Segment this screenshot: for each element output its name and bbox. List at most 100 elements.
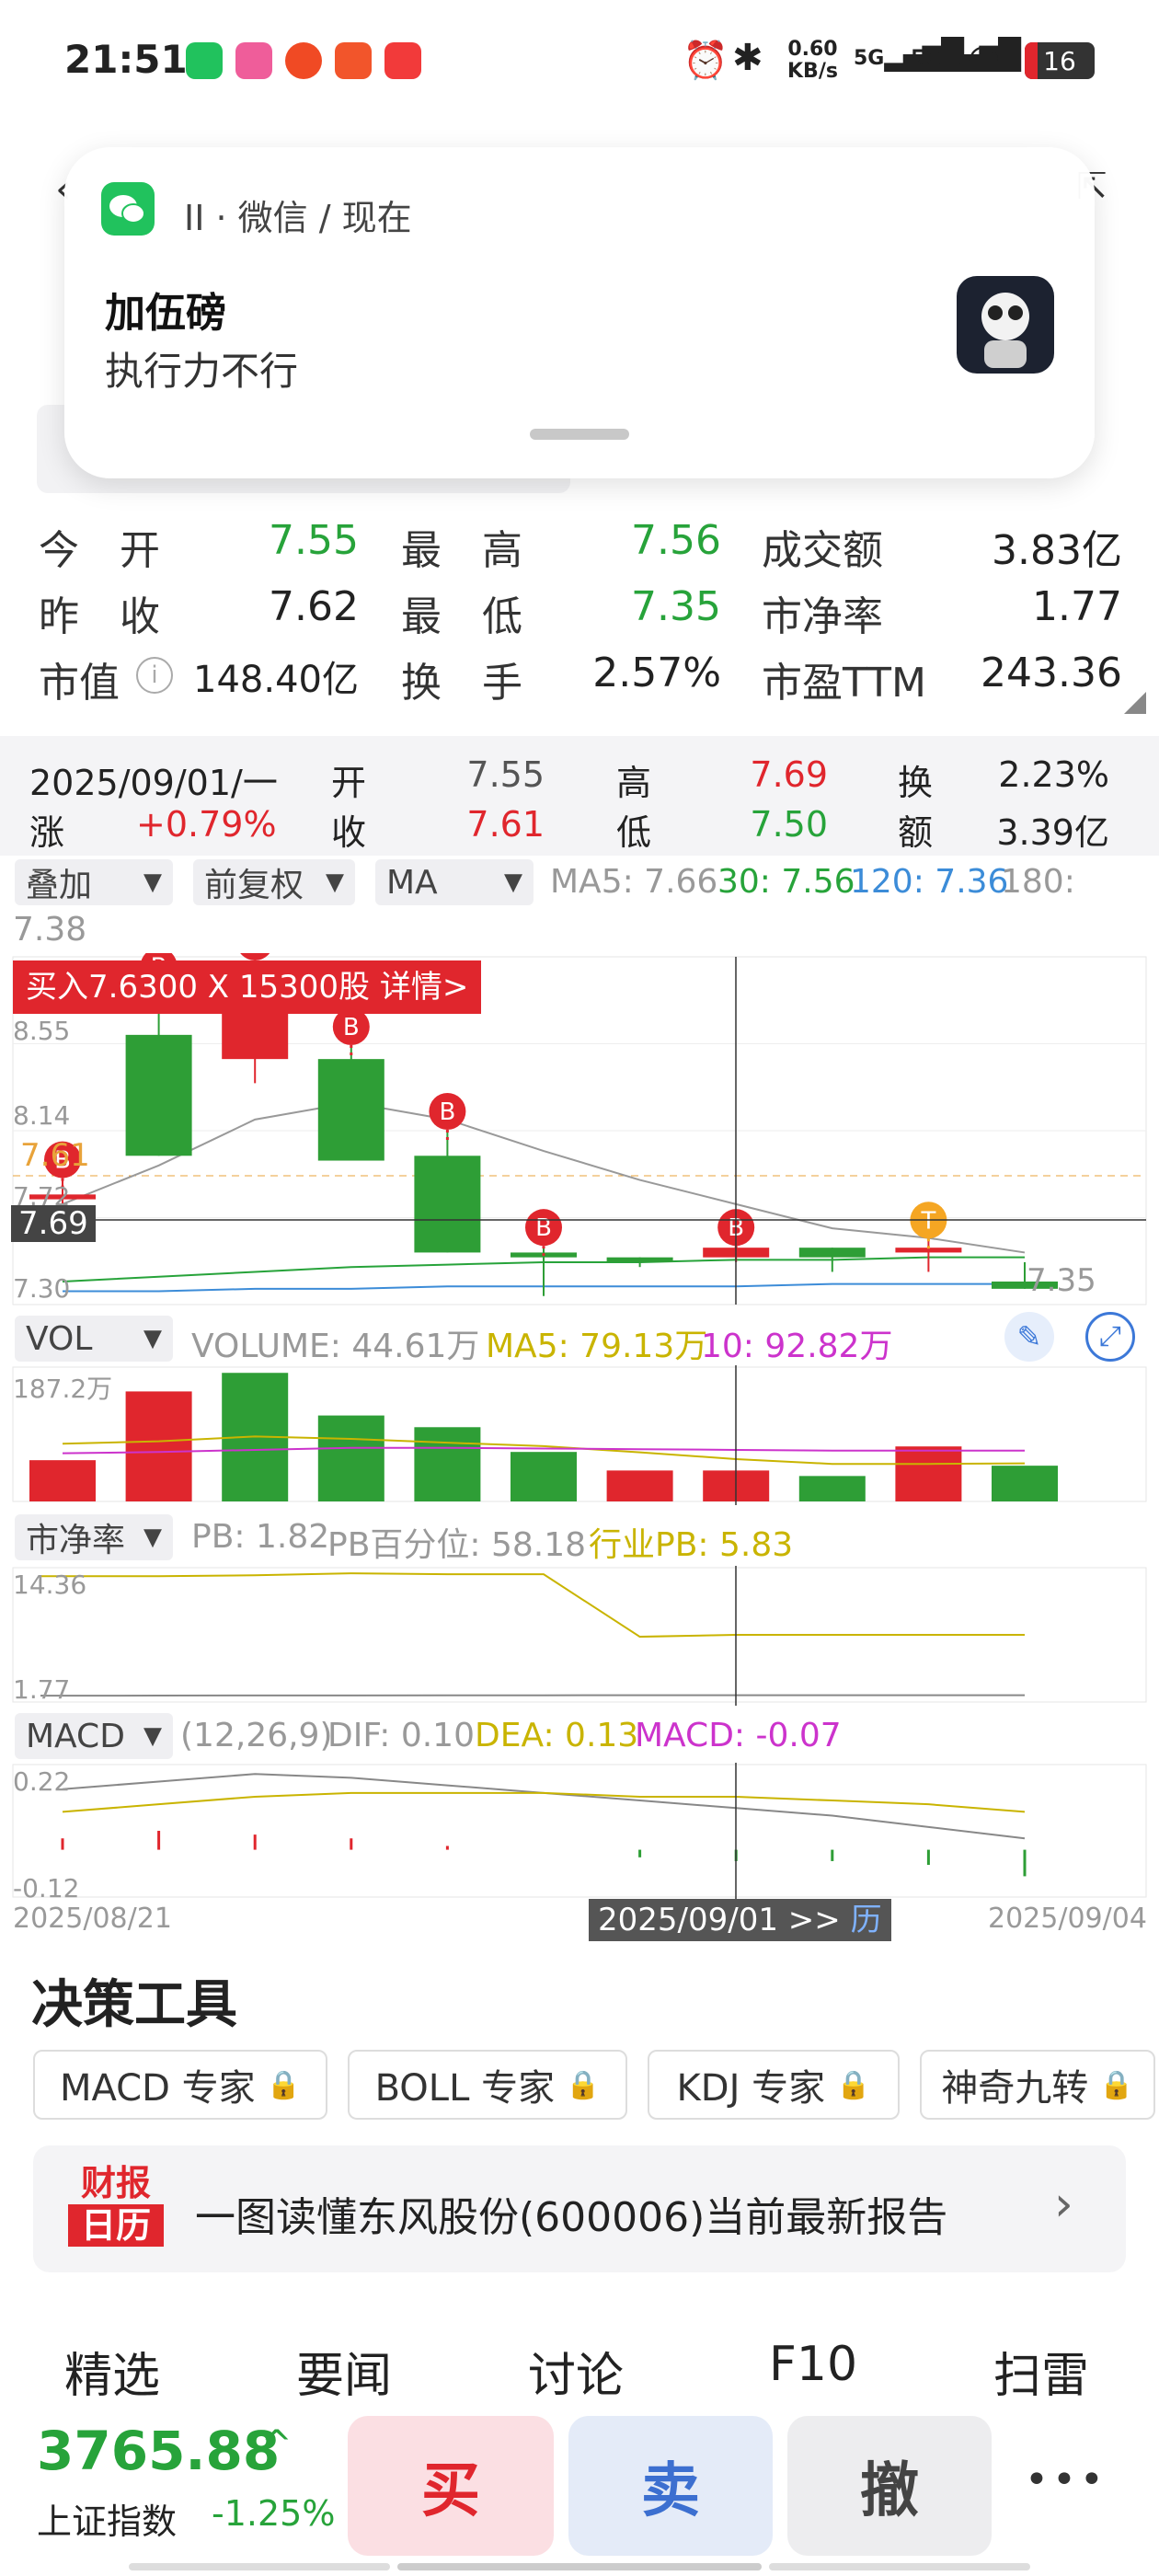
- stat-label: 市值: [39, 660, 120, 707]
- candle-body: [317, 1059, 384, 1161]
- stat-low: 7.35: [631, 583, 721, 630]
- kdj-expert-button[interactable]: KDJ 专家 🔒: [648, 2050, 900, 2120]
- cancel-order-button[interactable]: 撤: [787, 2416, 992, 2556]
- label-turn: 换: [898, 763, 934, 803]
- label-open: 开: [331, 763, 367, 803]
- candle-body: [606, 1257, 673, 1262]
- macd-dif-label: DIF: 0.10: [327, 1717, 475, 1754]
- ma-dropdown[interactable]: MA ▼: [375, 859, 534, 905]
- wifi-icon: ◠: [968, 37, 1000, 79]
- trade-mark-label: B: [439, 1098, 455, 1126]
- tab-bar: 精选 要闻 讨论 F10 扫雷: [0, 2318, 1159, 2420]
- ma180-label: 180:: [1001, 863, 1075, 901]
- tab-news[interactable]: 要闻: [296, 2337, 392, 2406]
- vol-ma10-label: 10: 92.82万: [701, 1328, 893, 1365]
- stat-label: 昨 收: [39, 593, 160, 640]
- macd-expert-button[interactable]: MACD 专家 🔒: [33, 2050, 327, 2120]
- stat-label: 换 手: [401, 660, 522, 707]
- chevron-down-icon: ▼: [504, 868, 522, 896]
- volume-label: VOLUME: 44.61万: [191, 1328, 480, 1365]
- report-banner[interactable]: 财报 日历 一图读懂东风股份(600006)当前最新报告 ›: [33, 2145, 1126, 2272]
- notification-title: 加伍磅: [105, 290, 226, 337]
- lock-icon: 🔒: [1099, 2068, 1134, 2101]
- chevron-up-icon: ^: [261, 2423, 293, 2466]
- overlay-dropdown[interactable]: 叠加 ▼: [15, 859, 173, 905]
- volume-bar: [798, 1476, 866, 1501]
- lock-icon: 🔒: [566, 2068, 601, 2101]
- notification-handle[interactable]: [530, 429, 629, 440]
- expand-corner-icon[interactable]: [1124, 692, 1146, 714]
- candle-body: [798, 1248, 866, 1258]
- trade-mark-label: B: [247, 953, 263, 957]
- pb-dropdown[interactable]: 市净率 ▼: [15, 1514, 173, 1560]
- day-turnover: 2.23%: [998, 754, 1109, 795]
- volume-bar: [317, 1415, 384, 1501]
- magic-nine-button[interactable]: 神奇九转 🔒: [920, 2050, 1155, 2120]
- boll-expert-button[interactable]: BOLL 专家 🔒: [348, 2050, 627, 2120]
- index-name[interactable]: 上证指数: [37, 2493, 177, 2544]
- pb-percentile-label: PB百分位: 58.18: [327, 1526, 587, 1564]
- volume-max-label: 187.2万: [13, 1374, 113, 1404]
- lock-icon: 🔒: [836, 2068, 871, 2101]
- wechat-notification[interactable]: II · 微信 / 现在 加伍磅 执行力不行: [64, 147, 1095, 478]
- dif-line: [62, 1773, 1026, 1840]
- tab-featured[interactable]: 精选: [64, 2337, 160, 2406]
- pb-line: [40, 1572, 1025, 1639]
- sell-button[interactable]: 卖: [568, 2416, 773, 2556]
- kline-min-label: 7.30: [13, 1273, 71, 1304]
- alarm-icon: ⏰: [683, 40, 729, 82]
- stat-label: 最 高: [401, 527, 522, 574]
- macd-dropdown[interactable]: MACD ▼: [15, 1713, 173, 1759]
- chevron-right-icon: ›: [1054, 2177, 1073, 2232]
- cursor-date[interactable]: 2025/09/01 >> 历: [589, 1899, 891, 1941]
- label-close: 收: [331, 812, 367, 853]
- app-red-icon: [384, 42, 421, 79]
- day-open: 7.55: [466, 754, 545, 795]
- report-logo: 财报 日历: [68, 2162, 164, 2247]
- macd-chart[interactable]: [0, 1763, 1159, 1901]
- stat-high: 7.56: [631, 517, 721, 564]
- battery-icon: 16: [1025, 42, 1095, 79]
- tools-title: 决策工具: [31, 1975, 237, 2035]
- tab-scan[interactable]: 扫雷: [993, 2337, 1089, 2406]
- volume-bar: [29, 1460, 96, 1501]
- candle-body: [414, 1156, 481, 1253]
- day-info-band: 2025/09/01/一 开 7.55 高 7.69 换 2.23% 涨 +0.…: [0, 736, 1159, 856]
- macd-max-label: 0.22: [13, 1766, 71, 1797]
- signal-2-icon: 5G▂▄▆█: [911, 37, 1021, 72]
- app-send-icon: [335, 42, 372, 79]
- net-speed: 0.60 KB/s: [787, 38, 838, 83]
- pb-label: PB: 1.82: [191, 1518, 330, 1556]
- pb-chart[interactable]: [0, 1566, 1159, 1706]
- clock: 21:51: [64, 37, 188, 82]
- label-change: 涨: [29, 812, 65, 853]
- trade-tag[interactable]: 买入7.6300 X 15300股 详情>: [13, 960, 482, 1014]
- day-amount: 3.39亿: [996, 812, 1109, 853]
- volume-chart[interactable]: [0, 1365, 1159, 1505]
- index-value[interactable]: 3765.88: [37, 2420, 280, 2482]
- vol-dropdown[interactable]: VOL ▼: [15, 1316, 173, 1362]
- edit-icon[interactable]: ✎: [1004, 1312, 1054, 1362]
- tab-f10[interactable]: F10: [769, 2337, 857, 2392]
- label-amount: 额: [898, 812, 934, 853]
- app-orange-icon: [285, 42, 322, 79]
- stat-pe-ttm: 243.36: [981, 650, 1122, 696]
- buy-button[interactable]: 买: [348, 2416, 554, 2556]
- more-icon[interactable]: •••: [1025, 2456, 1107, 2503]
- chevron-down-icon: ▼: [143, 1722, 162, 1750]
- info-icon[interactable]: i: [136, 657, 173, 694]
- macd-value-label: MACD: -0.07: [635, 1717, 842, 1754]
- notification-icons: [186, 42, 421, 79]
- label-low: 低: [616, 812, 652, 853]
- home-indicator: [129, 2563, 1030, 2570]
- fullscreen-icon[interactable]: ⤢: [1085, 1312, 1135, 1362]
- trade-mark-label: B: [535, 1214, 552, 1242]
- chevron-down-icon: ▼: [143, 868, 162, 896]
- stat-turnover: 2.57%: [592, 650, 721, 696]
- stat-open: 7.55: [269, 517, 359, 564]
- adjust-dropdown[interactable]: 前复权 ▼: [193, 859, 355, 905]
- volume-bar: [511, 1452, 577, 1501]
- notification-body: 执行力不行: [105, 349, 299, 394]
- tab-discuss[interactable]: 讨论: [528, 2337, 624, 2406]
- ma5-label: MA5: 7.66: [550, 863, 718, 901]
